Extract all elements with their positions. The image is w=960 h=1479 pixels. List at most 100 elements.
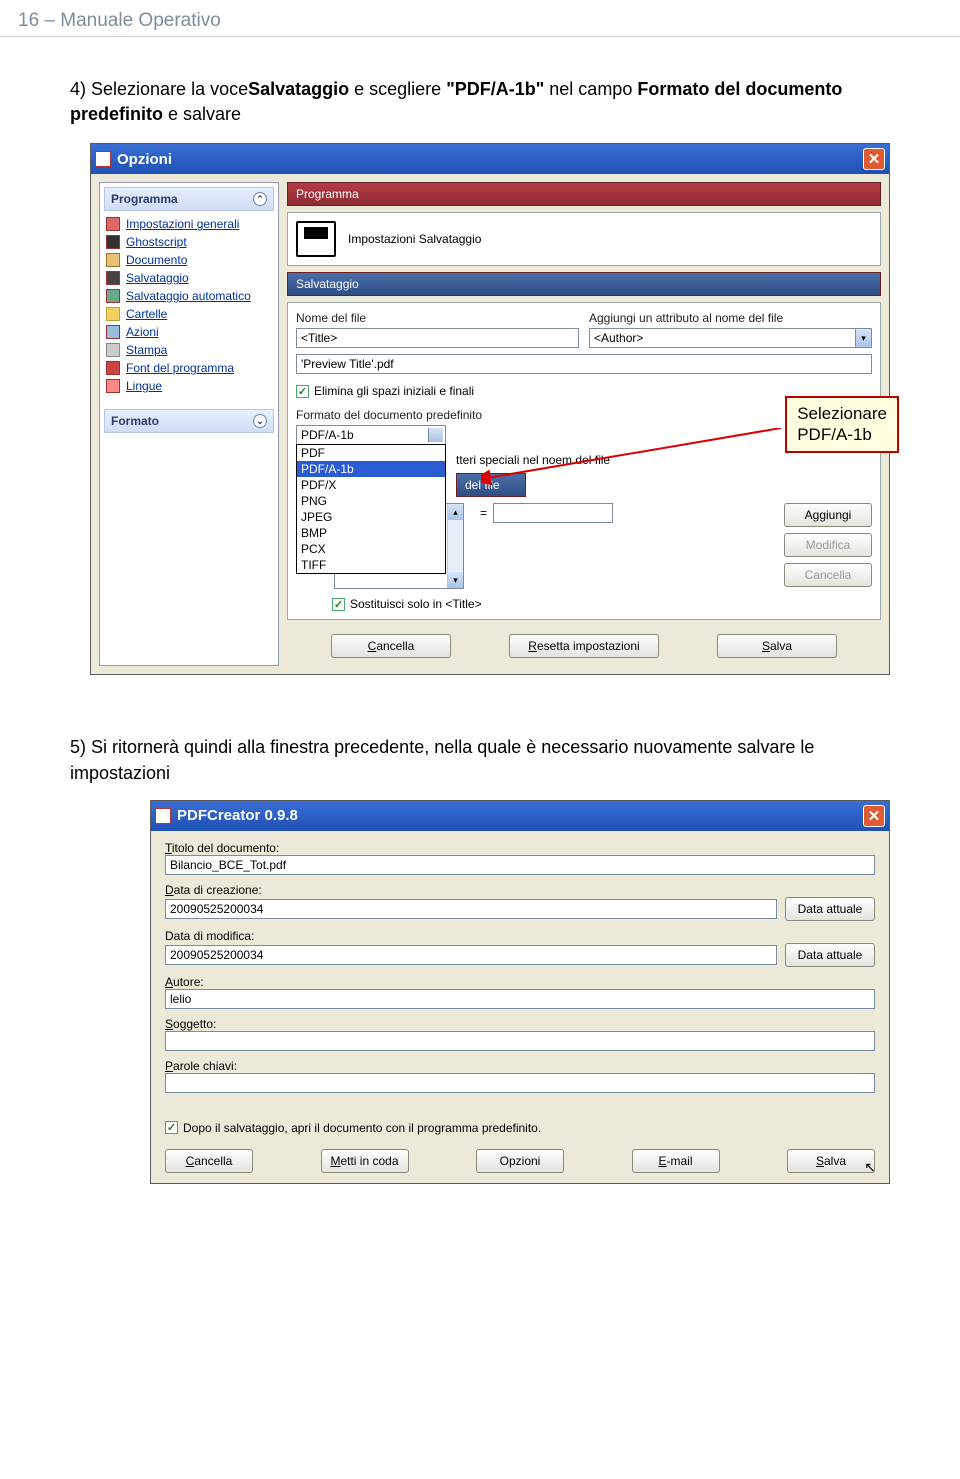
aggiungi-attr-select[interactable] [589, 328, 872, 348]
datacr-input[interactable] [165, 899, 777, 919]
callout-selezionare: Selezionare PDF/A-1b [785, 396, 899, 453]
datamod-input[interactable] [165, 945, 777, 965]
parole-input[interactable] [165, 1073, 875, 1093]
aggiungi-attr-label: Aggiungi un attributo al nome del file [589, 311, 872, 325]
replace-with-input[interactable] [493, 503, 613, 523]
opzioni-button[interactable]: Opzioni [476, 1149, 564, 1173]
disk-icon [296, 221, 336, 257]
chk-sostituisci[interactable]: ✓ Sostituisci solo in <Title> [332, 597, 872, 611]
scrollbar[interactable]: ▴ ▾ [447, 504, 463, 588]
list-number: 4) Selezionare la voce [70, 77, 248, 102]
autore-label: Autore: [165, 975, 204, 989]
datamod-label: Data di modifica: [165, 929, 254, 943]
formato-select[interactable]: PDF/A-1b PDF PDF/A-1b PDF/X PNG JPEG BMP… [296, 425, 446, 445]
scroll-down-icon[interactable]: ▾ [448, 572, 463, 588]
formato-opt-tiff[interactable]: TIFF [297, 557, 445, 573]
sidebar-item-lingue[interactable]: Lingue [104, 377, 274, 395]
panel-imp-salvataggio: Impostazioni Salvataggio [287, 212, 881, 266]
autosave-icon [106, 289, 120, 303]
datacr-label: Data di creazione: [165, 883, 262, 897]
sidebar-item-ghostscript[interactable]: Ghostscript [104, 233, 274, 251]
resetta-button[interactable]: Resetta impostazioni [509, 634, 659, 658]
document-icon [106, 253, 120, 267]
partial-caratteri-label: tteri speciali nel noem del file [456, 453, 872, 467]
sidebar-item-stampa[interactable]: Stampa [104, 341, 274, 359]
ghost-icon [106, 235, 120, 249]
sidebar-item-salvataggio[interactable]: Salvataggio [104, 269, 274, 287]
print-icon [106, 343, 120, 357]
data-attuale-button-2[interactable]: Data attuale [785, 943, 875, 967]
options-window: Opzioni ✕ Programma ⌃ Impostazioni gener… [90, 143, 890, 675]
scroll-up-icon[interactable]: ▴ [448, 504, 463, 520]
bold-pdfa: "PDF/A-1b" [446, 79, 544, 99]
checkbox-icon[interactable]: ✓ [165, 1121, 178, 1134]
cursor-icon: ↖ [864, 1159, 876, 1176]
settings-icon [106, 217, 120, 231]
titlebar: PDFCreator 0.9.8 ✕ [151, 801, 889, 831]
sidebar-section-formato[interactable]: Formato ⌄ [104, 409, 274, 433]
sidebar-item-documento[interactable]: Documento [104, 251, 274, 269]
instruction-5: 5) Si ritornerà quindi alla finestra pre… [0, 695, 960, 795]
titlebar: Opzioni ✕ [91, 144, 889, 174]
cancella-button[interactable]: Cancella [165, 1149, 253, 1173]
font-icon [106, 361, 120, 375]
soggetto-label: Soggetto: [165, 1017, 216, 1031]
pdfcreator-window: PDFCreator 0.9.8 ✕ Titolo del documento:… [150, 800, 890, 1184]
salva-button[interactable]: Salva [717, 634, 837, 658]
email-button[interactable]: E-mail [632, 1149, 720, 1173]
formato-opt-png[interactable]: PNG [297, 493, 445, 509]
panel-header-programma: Programma [287, 182, 881, 206]
formato-opt-jpeg[interactable]: JPEG [297, 509, 445, 525]
folder-icon [106, 307, 120, 321]
close-icon[interactable]: ✕ [863, 148, 885, 170]
panel-sost: del file [456, 473, 526, 497]
sidebar-item-azioni[interactable]: Azioni [104, 323, 274, 341]
aggiungi-button[interactable]: Aggiungi [784, 503, 872, 527]
data-attuale-button[interactable]: Data attuale [785, 897, 875, 921]
nome-file-input[interactable] [296, 328, 579, 348]
save-icon [106, 271, 120, 285]
titolo-label: Titolo del documento: [165, 841, 279, 855]
cancella-button[interactable]: Cancella [331, 634, 451, 658]
formato-dropdown-list[interactable]: PDF PDF/A-1b PDF/X PNG JPEG BMP PCX TIFF [296, 444, 446, 574]
soggetto-input[interactable] [165, 1031, 875, 1051]
autore-input[interactable] [165, 989, 875, 1009]
window-title: Opzioni [117, 151, 172, 168]
nome-file-label: Nome del file [296, 311, 579, 325]
sidebar: Programma ⌃ Impostazioni generali Ghosts… [99, 182, 279, 666]
titolo-input[interactable] [165, 855, 875, 875]
chk-dopo-salvataggio[interactable]: ✓ Dopo il salvataggio, apri il documento… [165, 1121, 875, 1135]
equals-label: = [480, 506, 487, 520]
instruction-4: 4) Selezionare la voce Salvataggio e sce… [0, 37, 960, 137]
formato-opt-pdfx[interactable]: PDF/X [297, 477, 445, 493]
sidebar-item-salv-auto[interactable]: Salvataggio automatico [104, 287, 274, 305]
panel-header-salvataggio: Salvataggio [287, 272, 881, 296]
chevron-up-icon[interactable]: ⌃ [253, 192, 267, 206]
salva-button[interactable]: Salva ↖ [787, 1149, 875, 1173]
bold-salvataggio: Salvataggio [248, 79, 349, 99]
bottom-buttons: Cancella Resetta impostazioni Salva [287, 626, 881, 666]
sidebar-item-imp-generali[interactable]: Impostazioni generali [104, 215, 274, 233]
modifica-button[interactable]: Modifica [784, 533, 872, 557]
cancella-sost-button[interactable]: Cancella [784, 563, 872, 587]
sidebar-section-programma[interactable]: Programma ⌃ [104, 187, 274, 211]
sidebar-item-cartelle[interactable]: Cartelle [104, 305, 274, 323]
preview-input[interactable] [296, 354, 872, 374]
checkbox-icon[interactable]: ✓ [332, 598, 345, 611]
app-icon [95, 151, 111, 167]
sidebar-item-font[interactable]: Font del programma [104, 359, 274, 377]
app-icon [155, 808, 171, 824]
close-icon[interactable]: ✕ [863, 805, 885, 827]
formato-opt-pdf[interactable]: PDF [297, 445, 445, 461]
panel-salvataggio: Nome del file Aggiungi un attributo al n… [287, 302, 881, 620]
chevron-down-icon[interactable]: ⌄ [253, 414, 267, 428]
language-icon [106, 379, 120, 393]
page-header: 16 – Manuale Operativo [0, 0, 960, 37]
metti-in-coda-button[interactable]: Metti in coda [321, 1149, 409, 1173]
formato-current[interactable]: PDF/A-1b [296, 425, 446, 445]
formato-opt-pdfa1b[interactable]: PDF/A-1b [297, 461, 445, 477]
chevron-down-icon[interactable]: ▾ [855, 329, 871, 347]
formato-opt-bmp[interactable]: BMP [297, 525, 445, 541]
formato-opt-pcx[interactable]: PCX [297, 541, 445, 557]
checkbox-icon[interactable]: ✓ [296, 385, 309, 398]
